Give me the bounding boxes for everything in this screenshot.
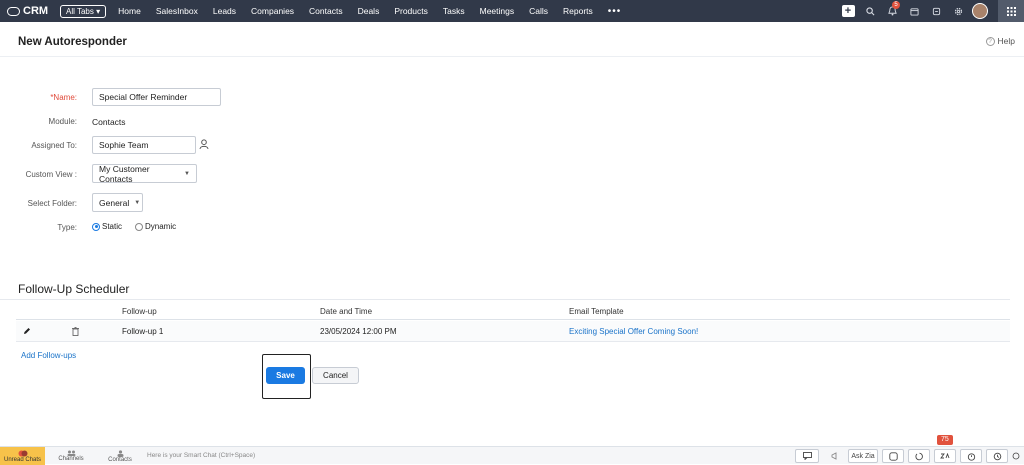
all-tabs-label: All Tabs	[66, 6, 94, 16]
nav-home[interactable]: Home	[118, 6, 141, 16]
custom-view-value: My Customer Contacts	[99, 163, 150, 184]
channels-button[interactable]: Channels	[58, 447, 84, 465]
row-datetime: 23/05/2024 12:00 PM	[320, 327, 397, 336]
zoho-apps-icon[interactable]	[934, 449, 956, 463]
page-title: New Autoresponder	[18, 36, 127, 48]
table-row: Follow-up 1 23/05/2024 12:00 PM Exciting…	[16, 321, 1010, 342]
radio-unselected-icon	[135, 222, 143, 231]
nav-contacts[interactable]: Contacts	[309, 6, 343, 16]
calendar-icon[interactable]	[906, 0, 922, 22]
divider	[0, 299, 1010, 300]
avatar-image	[972, 3, 988, 19]
nav-leads[interactable]: Leads	[213, 6, 236, 16]
scheduler-table-header: Follow-up Date and Time Email Template	[16, 303, 1010, 320]
timer-icon[interactable]	[1010, 449, 1022, 463]
smart-chat-input[interactable]: Here is your Smart Chat (Ctrl+Space)	[147, 452, 255, 459]
name-input[interactable]: Special Offer Reminder	[92, 88, 221, 106]
channels-label: Channels	[58, 456, 84, 462]
apps-grid-icon[interactable]	[998, 0, 1024, 22]
reactions-icon[interactable]	[882, 449, 904, 463]
assigned-to-label: Assigned To:	[31, 141, 77, 150]
announcement-icon[interactable]	[826, 449, 844, 463]
search-icon[interactable]	[862, 0, 878, 22]
crm-logo[interactable]: CRM	[7, 5, 57, 17]
user-lookup-icon[interactable]	[199, 139, 209, 150]
top-right-tools: + 5	[834, 0, 1024, 22]
ask-zia-button[interactable]: Ask Zia	[848, 449, 878, 463]
help-label: Help	[997, 36, 1015, 46]
folder-value: General	[99, 197, 130, 208]
assigned-to-input[interactable]: Sophie Team	[92, 136, 196, 154]
brand-label: CRM	[23, 5, 49, 17]
chat-window-icon[interactable]	[795, 449, 819, 463]
nav-deals[interactable]: Deals	[358, 6, 380, 16]
create-button[interactable]: +	[840, 0, 856, 22]
plus-icon: +	[841, 5, 855, 17]
name-label: *Name:	[50, 93, 77, 102]
type-label: Type:	[57, 223, 77, 232]
user-avatar[interactable]	[972, 0, 988, 22]
help-link[interactable]: ? Help	[985, 36, 1015, 46]
nav-tasks[interactable]: Tasks	[443, 6, 465, 16]
notification-count-badge: 5	[892, 1, 900, 9]
divider	[0, 56, 1024, 57]
module-label: Module:	[48, 117, 77, 126]
bottom-chat-bar: Unread Chats Channels Contacts Here is y…	[0, 446, 1024, 465]
nav-more-icon[interactable]: •••	[608, 6, 622, 17]
nav-products[interactable]: Products	[394, 6, 428, 16]
reload-icon[interactable]	[908, 449, 930, 463]
settings-gear-icon[interactable]	[950, 0, 966, 22]
history-icon[interactable]	[986, 449, 1008, 463]
nav-calls[interactable]: Calls	[529, 6, 548, 16]
type-dynamic-option[interactable]: Dynamic	[135, 222, 176, 231]
add-followups-link[interactable]: Add Follow-ups	[21, 351, 76, 360]
chat-bubbles-icon	[18, 450, 27, 456]
count-badge: 75	[937, 435, 953, 445]
nav-salesinbox[interactable]: SalesInbox	[156, 6, 198, 16]
nav-companies[interactable]: Companies	[251, 6, 294, 16]
delete-trash-icon[interactable]	[72, 327, 79, 336]
type-static-option[interactable]: Static	[92, 222, 122, 231]
type-dynamic-label: Dynamic	[145, 222, 177, 231]
crm-logo-icon	[7, 6, 20, 16]
edit-pencil-icon[interactable]	[23, 327, 31, 335]
caret-down-icon: ▼	[134, 199, 141, 206]
contacts-icon	[117, 449, 123, 457]
unread-chats-label: Unread Chats	[3, 456, 42, 463]
contacts-label: Contacts	[108, 456, 132, 463]
help-icon: ?	[985, 36, 995, 46]
cancel-button[interactable]: Cancel	[312, 367, 359, 384]
nav-meetings[interactable]: Meetings	[480, 6, 515, 16]
select-folder-select[interactable]: General ▼	[92, 193, 143, 212]
custom-view-select[interactable]: My Customer Contacts ▼	[92, 163, 197, 184]
col-email-template: Email Template	[569, 307, 624, 316]
module-value: Contacts	[92, 117, 126, 127]
select-folder-label: Select Folder:	[27, 199, 77, 208]
marketplace-icon[interactable]	[928, 0, 944, 22]
unread-chats-button[interactable]: Unread Chats	[0, 447, 45, 465]
custom-view-label: Custom View :	[25, 170, 77, 179]
row-email-template-link[interactable]: Exciting Special Offer Coming Soon!	[569, 327, 698, 336]
col-datetime: Date and Time	[320, 307, 373, 316]
contacts-button[interactable]: Contacts	[107, 447, 133, 465]
nav-reports[interactable]: Reports	[563, 6, 593, 16]
col-followup: Follow-up	[122, 307, 157, 316]
all-tabs-dropdown[interactable]: All Tabs ▾	[60, 4, 107, 18]
notifications-bell-icon[interactable]: 5	[884, 0, 900, 22]
top-navigation: CRM All Tabs ▾ Home SalesInbox Leads Com…	[0, 0, 1024, 22]
save-button[interactable]: Save	[266, 367, 305, 384]
scheduler-title: Follow-Up Scheduler	[18, 282, 130, 296]
row-followup: Follow-up 1	[122, 327, 164, 336]
caret-down-icon: ▼	[184, 170, 190, 177]
alarm-clock-icon[interactable]	[960, 449, 982, 463]
radio-selected-icon	[92, 222, 100, 231]
type-static-label: Static	[102, 222, 123, 231]
